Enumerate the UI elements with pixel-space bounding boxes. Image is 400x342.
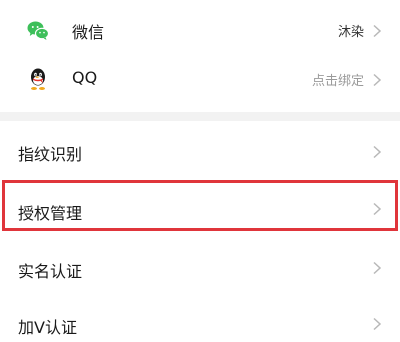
account-name: 微信 — [72, 23, 105, 42]
chevron-right-icon — [372, 23, 382, 38]
wechat-icon — [26, 18, 50, 42]
section-divider — [0, 112, 400, 121]
highlight-frame — [2, 180, 398, 231]
account-row-qq[interactable]: QQ 点击绑定 — [0, 50, 400, 110]
account-value: 点击绑定 — [311, 74, 364, 89]
settings-item-v-verification[interactable]: 加V认证 — [0, 294, 400, 342]
settings-item-real-name[interactable]: 实名认证 — [0, 238, 400, 294]
settings-item-label: 加V认证 — [18, 318, 77, 337]
settings-item-label: 指纹识别 — [18, 145, 83, 164]
chevron-right-icon — [372, 316, 382, 331]
account-name: QQ — [72, 68, 98, 87]
chevron-right-icon — [372, 260, 382, 275]
settings-item-label: 实名认证 — [18, 262, 83, 281]
qq-icon — [26, 66, 50, 90]
settings-item-fingerprint[interactable]: 指纹识别 — [0, 123, 400, 179]
chevron-right-icon — [372, 144, 382, 159]
account-value: 沐染 — [337, 25, 364, 40]
chevron-right-icon — [372, 72, 382, 87]
